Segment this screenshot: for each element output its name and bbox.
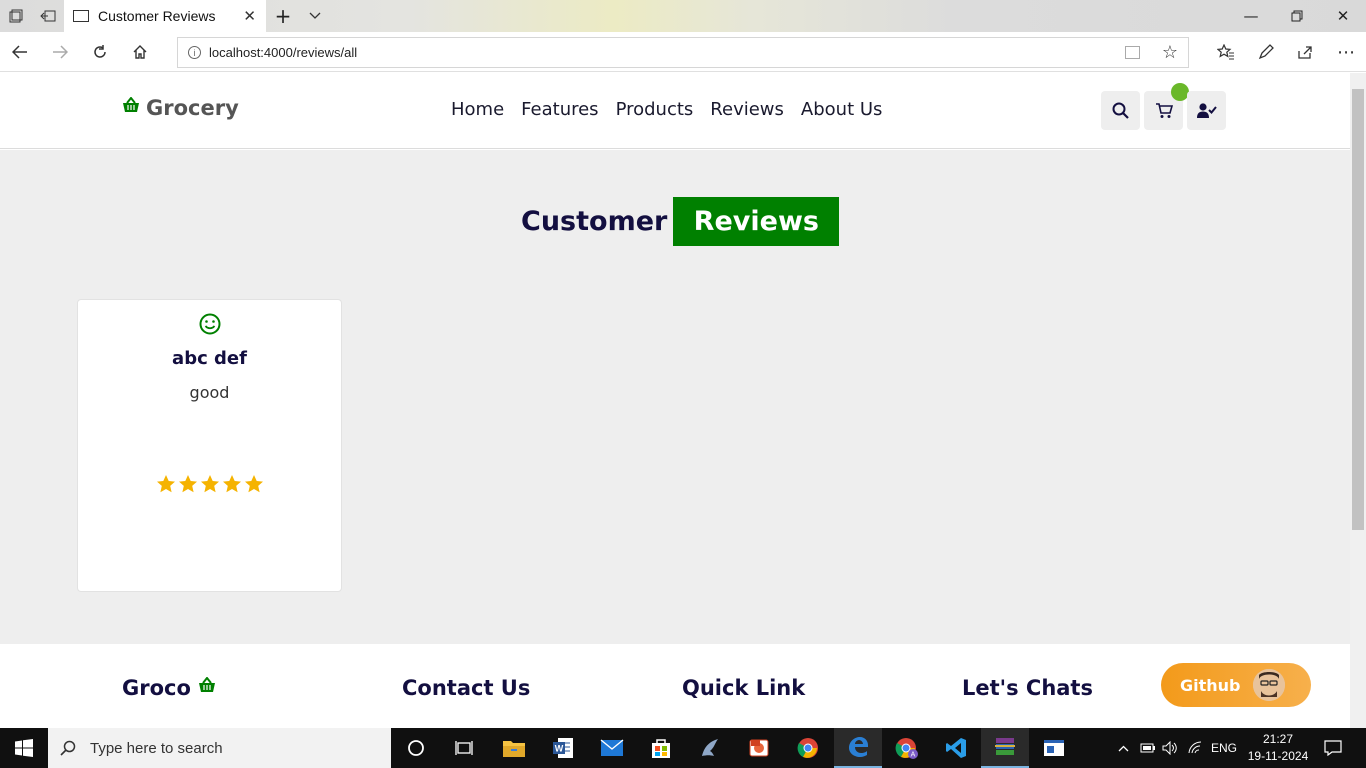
close-tab-icon[interactable]: ✕: [243, 7, 256, 25]
refresh-icon[interactable]: [84, 36, 116, 68]
nav-reviews[interactable]: Reviews: [710, 99, 784, 120]
svg-text:W: W: [555, 744, 564, 754]
file-explorer-icon[interactable]: [490, 728, 538, 768]
rating-stars: [78, 474, 341, 494]
site-logo[interactable]: Grocery: [122, 96, 239, 120]
nav-home[interactable]: Home: [451, 99, 504, 120]
pen-notes-icon[interactable]: [1250, 36, 1282, 68]
start-button[interactable]: [0, 728, 48, 768]
set-tabs-aside-icon[interactable]: [32, 0, 64, 32]
title-main: Customer: [521, 206, 668, 237]
footer-brand: Groco: [122, 676, 216, 700]
clock-date: 19-11-2024: [1247, 749, 1309, 763]
review-text: good: [189, 383, 230, 402]
language-indicator[interactable]: ENG: [1211, 728, 1237, 768]
cortana-icon[interactable]: [392, 728, 440, 768]
account-button[interactable]: [1187, 91, 1226, 130]
close-window-icon[interactable]: ✕: [1320, 0, 1366, 32]
user-check-icon: [1196, 102, 1217, 118]
nav-features[interactable]: Features: [521, 99, 598, 120]
basket-icon: [198, 677, 215, 692]
review-card: abc def good: [77, 299, 342, 592]
github-label: Github: [1180, 675, 1241, 695]
share-icon[interactable]: [1289, 36, 1321, 68]
mysql-workbench-icon[interactable]: [686, 728, 734, 768]
tray-overflow-chevron-icon[interactable]: [1114, 728, 1132, 768]
footer-heading-chats: Let's Chats: [962, 676, 1093, 700]
home-icon[interactable]: [124, 36, 156, 68]
star-icon: [200, 475, 219, 493]
notepad-app-icon[interactable]: [1030, 728, 1078, 768]
favorites-icon[interactable]: [1210, 36, 1242, 68]
presentation-app-icon[interactable]: [735, 728, 783, 768]
back-icon[interactable]: [4, 36, 36, 68]
chrome-icon[interactable]: [784, 728, 832, 768]
smile-icon: [199, 313, 221, 335]
nav-products[interactable]: Products: [616, 99, 694, 120]
footer-heading-quick-link: Quick Link: [682, 676, 806, 700]
word-icon[interactable]: W: [539, 728, 587, 768]
winrar-icon[interactable]: [981, 728, 1029, 768]
clock-time: 21:27: [1262, 732, 1294, 746]
star-icon: [222, 475, 241, 493]
store-icon[interactable]: [637, 728, 685, 768]
title-highlight: Reviews: [673, 197, 840, 246]
site-info-icon[interactable]: i: [188, 46, 201, 59]
svg-text:A: A: [911, 752, 916, 759]
forward-icon[interactable]: [44, 36, 76, 68]
windows-logo-icon: [15, 739, 33, 757]
mail-icon[interactable]: [588, 728, 636, 768]
avatar: [1253, 669, 1285, 701]
task-view-icon[interactable]: [440, 728, 488, 768]
star-icon: [244, 475, 263, 493]
browser-tab-active[interactable]: Customer Reviews ✕: [64, 0, 266, 32]
more-menu-icon[interactable]: ⋯: [1330, 36, 1362, 68]
chrome-profile-icon[interactable]: A: [883, 728, 931, 768]
footer-brand-text: Groco: [122, 676, 191, 700]
basket-icon: [123, 97, 139, 112]
address-bar[interactable]: i localhost:4000/reviews/all ☆: [177, 37, 1189, 68]
page-icon: [73, 10, 89, 22]
volume-icon[interactable]: [1161, 728, 1179, 768]
search-button[interactable]: [1101, 91, 1140, 130]
star-icon: [178, 475, 197, 493]
notifications-icon[interactable]: [1324, 728, 1342, 768]
tab-sets-icon[interactable]: [0, 0, 32, 32]
footer-heading-contact: Contact Us: [402, 676, 531, 700]
star-icon: [156, 475, 175, 493]
taskbar-clock[interactable]: 21:27 19-11-2024: [1243, 731, 1313, 765]
vscode-icon[interactable]: [932, 728, 980, 768]
battery-icon[interactable]: [1139, 728, 1157, 768]
edge-icon[interactable]: [834, 728, 882, 768]
main-nav: Home Features Products Reviews About Us: [451, 99, 899, 120]
taskbar-search-placeholder: Type here to search: [90, 739, 223, 757]
search-icon: [60, 740, 76, 756]
scrollbar-thumb[interactable]: [1352, 89, 1364, 530]
wifi-icon[interactable]: [1186, 728, 1204, 768]
url-text: localhost:4000/reviews/all: [209, 45, 358, 60]
restore-icon[interactable]: [1274, 0, 1320, 32]
logo-text: Grocery: [146, 96, 239, 120]
minimize-icon[interactable]: —: [1228, 0, 1274, 32]
tab-title: Customer Reviews: [98, 8, 216, 24]
page-title: Customer Reviews: [521, 197, 840, 246]
nav-about-us[interactable]: About Us: [801, 99, 883, 120]
tab-preview-chevron-icon[interactable]: [299, 0, 331, 32]
browser-tab-bar: Customer Reviews ✕ + — ✕: [0, 0, 1366, 32]
taskbar-search[interactable]: Type here to search: [48, 728, 391, 768]
cart-icon: [1155, 102, 1173, 118]
add-favorite-star-icon[interactable]: ☆: [1162, 42, 1178, 63]
new-tab-icon[interactable]: +: [267, 0, 299, 32]
search-icon: [1112, 102, 1129, 119]
reading-view-icon[interactable]: [1124, 46, 1140, 59]
reviewer-name: abc def: [172, 348, 247, 369]
github-button[interactable]: Github: [1161, 663, 1311, 707]
